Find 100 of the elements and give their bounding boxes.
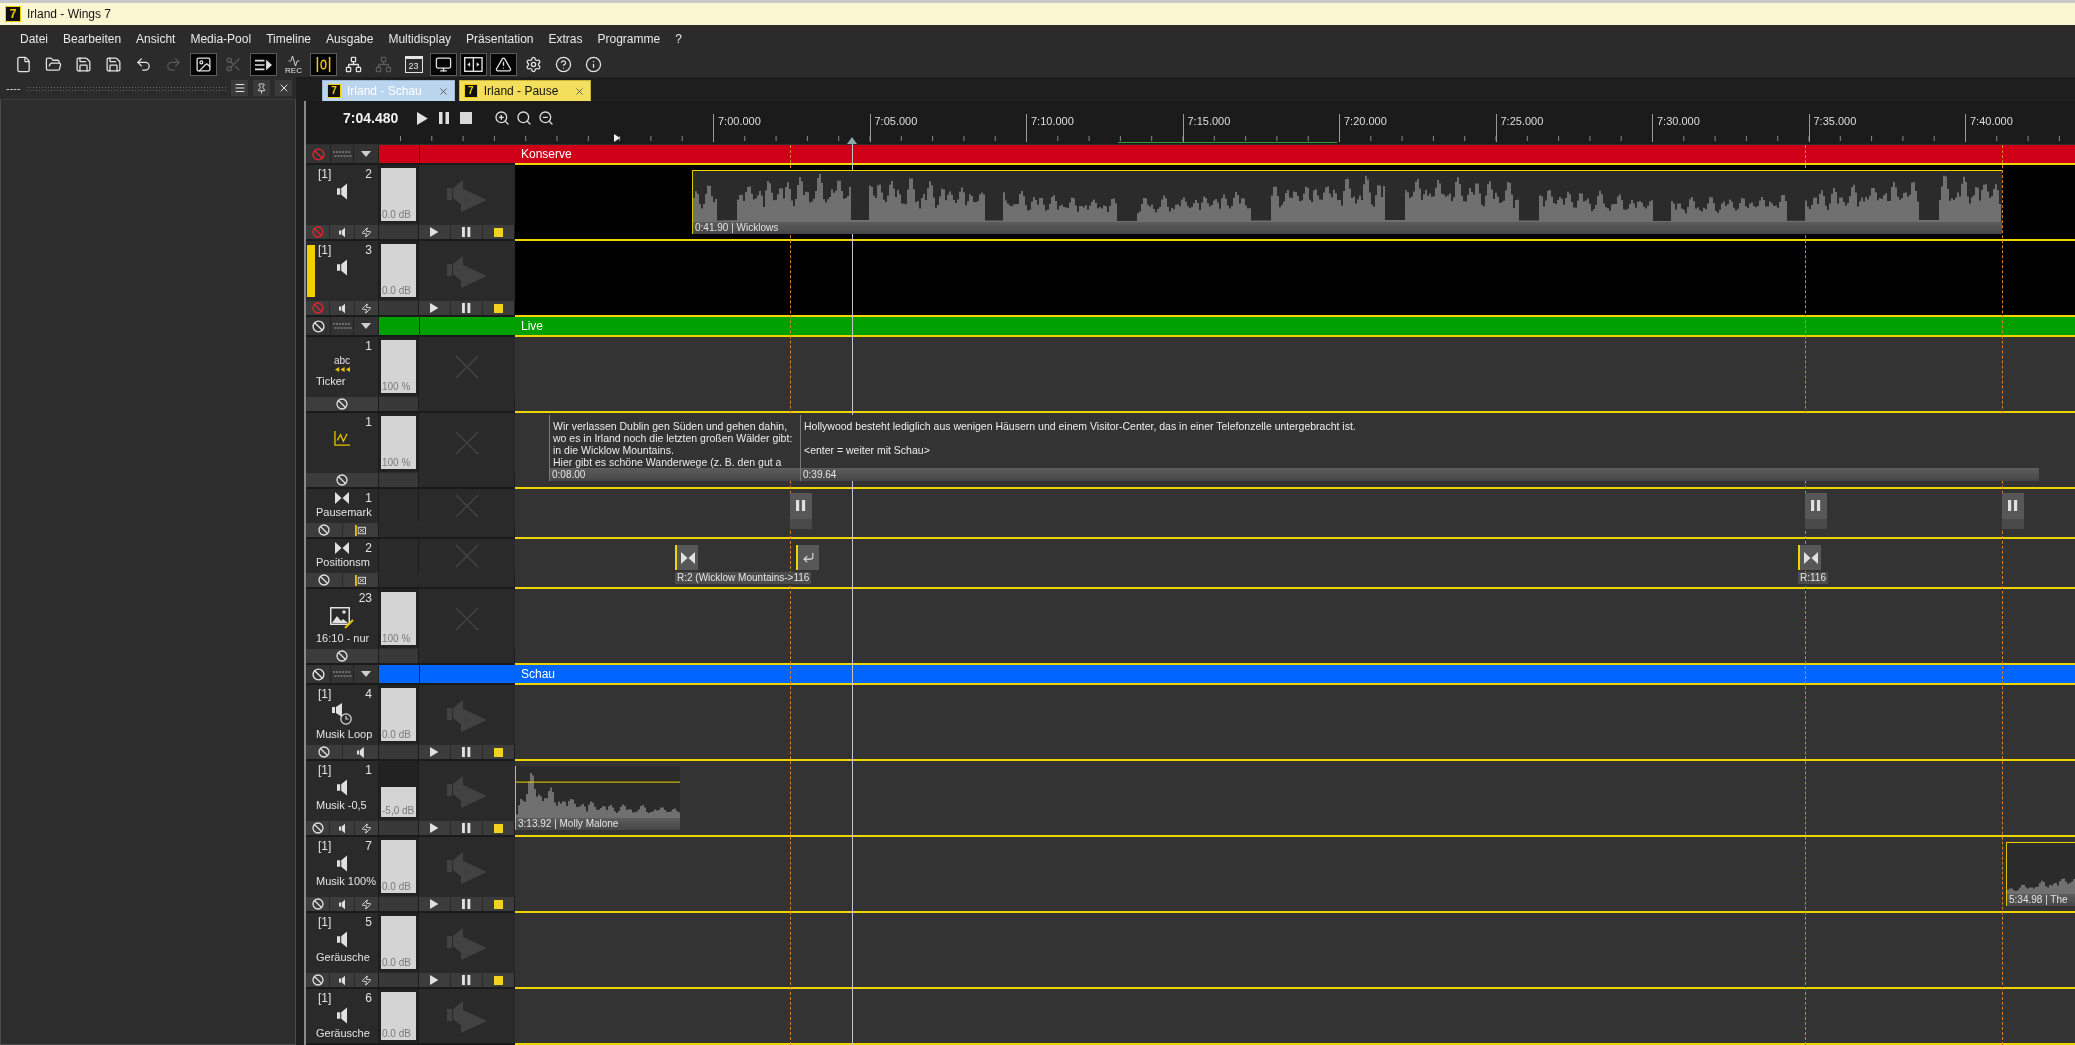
play-button[interactable] <box>419 745 450 759</box>
disable-button[interactable] <box>306 649 378 663</box>
disable-button[interactable] <box>306 821 330 835</box>
collapse-button[interactable] <box>354 665 378 683</box>
collapse-button[interactable] <box>354 145 378 163</box>
audio-clip[interactable]: 5:34.98 | The <box>2006 842 2075 906</box>
tab-close-button[interactable] <box>437 85 449 97</box>
play-button[interactable] <box>419 301 450 315</box>
group-bar[interactable]: Schau <box>515 665 2075 685</box>
panel-menu-button[interactable] <box>231 80 248 96</box>
menu-item[interactable]: Datei <box>13 28 55 49</box>
menu-item[interactable]: Ansicht <box>129 28 183 49</box>
menu-item[interactable]: Ausgabe <box>319 28 381 49</box>
track-header[interactable]: [1] 7 Musik 100% 0.0 dB <box>306 837 515 913</box>
pin-button[interactable] <box>253 80 270 96</box>
grip-button[interactable] <box>331 665 353 683</box>
disable-button[interactable] <box>306 317 330 335</box>
record-button[interactable]: REC <box>280 53 307 76</box>
grip-button[interactable] <box>331 317 353 335</box>
position-marker[interactable] <box>675 545 698 570</box>
grip-button[interactable] <box>331 145 353 163</box>
play-button[interactable] <box>419 821 450 835</box>
pause-marker[interactable] <box>790 493 812 529</box>
stop-button[interactable] <box>483 973 514 987</box>
level-reading: 100 % <box>382 457 411 468</box>
pause-marker[interactable] <box>1805 493 1827 529</box>
disable-button[interactable] <box>306 973 330 987</box>
return-marker[interactable] <box>796 545 819 570</box>
lightning-icon <box>360 974 372 986</box>
tab-close-button[interactable] <box>574 85 586 97</box>
pause-button[interactable] <box>451 745 482 759</box>
mute-button[interactable] <box>330 973 354 987</box>
trigger-button[interactable] <box>354 821 378 835</box>
trigger-button[interactable] <box>354 973 378 987</box>
disable-button[interactable] <box>306 473 378 487</box>
menu-item[interactable]: Media-Pool <box>183 28 259 49</box>
disable-button[interactable] <box>306 745 342 759</box>
menu-item[interactable]: Programme <box>590 28 668 49</box>
pause-icon <box>2008 500 2018 511</box>
menu-item[interactable]: Bearbeiten <box>56 28 129 49</box>
text-clip[interactable]: Wir verlassen Dublin gen Süden und gehen dahin, wo es in Irland noch die letzten großen Wälder gibt: in die Wicklow Mountains. Hier gibt es schöne Wanderwege (z. B. den gut a 0:08.00 <box>549 415 800 481</box>
menu-item[interactable]: Extras <box>541 28 590 49</box>
stop-button[interactable] <box>483 821 514 835</box>
close-button[interactable] <box>275 80 292 96</box>
track-header[interactable]: [1] 6 Geräusche 0.0 dB <box>306 989 515 1045</box>
pause-button[interactable] <box>451 821 482 835</box>
track-name: 16:10 - nur <box>315 632 371 645</box>
sync-button[interactable] <box>310 53 337 76</box>
warning-button[interactable] <box>490 53 517 76</box>
disable-button[interactable] <box>306 573 342 587</box>
stop-button[interactable] <box>483 897 514 911</box>
track-header[interactable]: [1] 5 Geräusche 0.0 dB <box>306 913 515 989</box>
output-label: [1] <box>318 763 332 777</box>
track-header[interactable]: 1 Pausemark <box>306 489 515 539</box>
pause-marker[interactable] <box>2002 493 2024 529</box>
tab[interactable]: 7 Irland - Schau <box>322 80 455 101</box>
split-button[interactable] <box>460 53 487 76</box>
menu-item[interactable]: Timeline <box>259 28 319 49</box>
pause-button[interactable] <box>451 301 482 315</box>
track-header[interactable]: 23 16:10 - nur 100 % <box>306 589 515 665</box>
mute-button[interactable] <box>330 821 354 835</box>
mute-button[interactable] <box>330 301 354 315</box>
disable-button[interactable] <box>306 523 342 537</box>
trigger-button[interactable] <box>354 301 378 315</box>
menu-item[interactable]: Multidisplay <box>381 28 459 49</box>
mute-button[interactable] <box>330 897 354 911</box>
menu-item[interactable]: ? <box>668 28 689 49</box>
trigger-button[interactable] <box>354 897 378 911</box>
clip-text: <enter = weiter mit Schau> <box>804 444 931 456</box>
stop-button[interactable] <box>483 301 514 315</box>
media-button[interactable] <box>190 53 217 76</box>
audio-clip[interactable]: 3:13.92 | Molly Malone <box>515 766 680 830</box>
stop-button[interactable] <box>483 745 514 759</box>
play-button[interactable] <box>419 973 450 987</box>
pause-button[interactable] <box>451 897 482 911</box>
pause-button[interactable] <box>451 973 482 987</box>
disable-button[interactable] <box>306 397 378 411</box>
menu-item[interactable]: Präsentation <box>459 28 541 49</box>
play-button[interactable] <box>419 897 450 911</box>
monitor-icon <box>435 56 452 73</box>
mute-button[interactable] <box>342 745 378 759</box>
marker-button[interactable] <box>342 523 378 537</box>
wave-icon <box>287 54 300 67</box>
collapse-button[interactable] <box>354 317 378 335</box>
track-header[interactable]: 2 Positionsm <box>306 539 515 589</box>
track-name: Pausemark <box>315 506 373 519</box>
track-header[interactable]: 1 abc Ticker 100 % <box>306 337 515 413</box>
lightning-icon <box>360 898 372 910</box>
track-header[interactable]: [1] 1 Musik -0,5 -5,0 dB <box>306 761 515 837</box>
monitor-button[interactable] <box>430 53 457 76</box>
track-header[interactable]: [1] 4 Musik Loop 0.0 dB <box>306 685 515 761</box>
position-marker[interactable] <box>1798 545 1821 570</box>
marker-button[interactable] <box>342 573 378 587</box>
playlist-button[interactable] <box>250 53 277 76</box>
text-clip[interactable]: Hollywood besteht lediglich aus wenigen Häusern und einem Visitor-Center, das in einer Telefonzelle untergebracht ist. <enter = weiter mit Schau> 0:39.64 <box>800 415 2039 481</box>
disable-button[interactable] <box>306 897 330 911</box>
track-header[interactable]: 1 100 % <box>306 413 515 489</box>
tab[interactable]: 7 Irland - Pause <box>458 80 592 101</box>
lightning-icon <box>360 302 372 314</box>
disable-button[interactable] <box>306 665 330 683</box>
